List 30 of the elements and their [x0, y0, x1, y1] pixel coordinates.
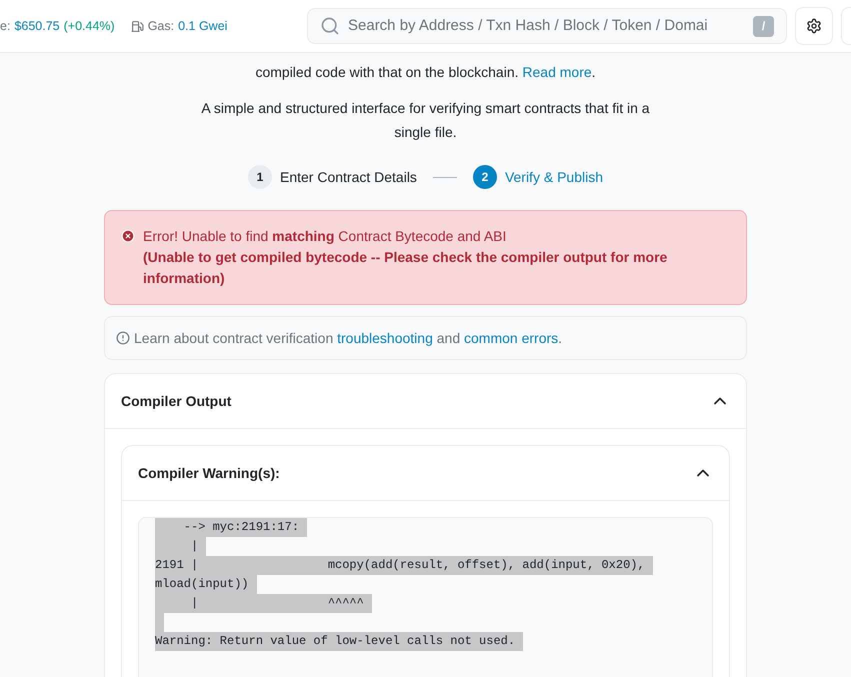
- troubleshooting-link[interactable]: troubleshooting: [337, 330, 433, 346]
- step-number: 2: [472, 165, 497, 189]
- info-text: Learn about contract verification troubleshooting and common errors.: [134, 328, 562, 348]
- description-text: A simple and structured interface for verifying smart contracts that fit in a single file.: [200, 99, 651, 142]
- settings-button[interactable]: [795, 7, 833, 45]
- search-field[interactable]: Search by Address / Txn Hash / Block / Token / Domai /: [307, 8, 787, 44]
- compiler-output-header[interactable]: Compiler Output: [105, 374, 746, 429]
- error-detail: (Unable to get compiled bytecode -- Please check the compiler output for more information): [143, 248, 668, 288]
- error-title: Error! Unable to find matching Contract Bytecode and ABI: [143, 227, 508, 246]
- gas-label: Gas:: [148, 18, 174, 35]
- intro-text: compiled code with that on the blockchain. Read more.: [255, 63, 596, 82]
- common-errors-link[interactable]: common errors: [464, 330, 558, 346]
- error-icon: [121, 229, 135, 243]
- step-label: Enter Contract Details: [280, 168, 417, 186]
- info-icon: [116, 331, 130, 345]
- price-change: (+0.44%): [64, 18, 115, 35]
- step-number: 1: [248, 165, 272, 189]
- price-value[interactable]: $650.75: [14, 16, 60, 36]
- card-title: Compiler Output: [121, 392, 232, 411]
- step-label: Verify & Publish: [504, 168, 603, 187]
- price-label: e:: [0, 18, 10, 35]
- search-input[interactable]: Search by Address / Txn Hash / Block / Token / Domai: [348, 14, 745, 38]
- settings-icon: [806, 18, 822, 34]
- read-more-link[interactable]: Read more: [522, 64, 592, 80]
- slash-key: /: [753, 16, 774, 36]
- gas-pump-icon: [130, 20, 144, 32]
- card-title: Compiler Warning(s):: [138, 464, 280, 483]
- search-icon: [320, 16, 340, 36]
- warnings-header[interactable]: Compiler Warning(s):: [122, 446, 729, 501]
- gas-value[interactable]: 0.1 Gwei: [178, 16, 228, 36]
